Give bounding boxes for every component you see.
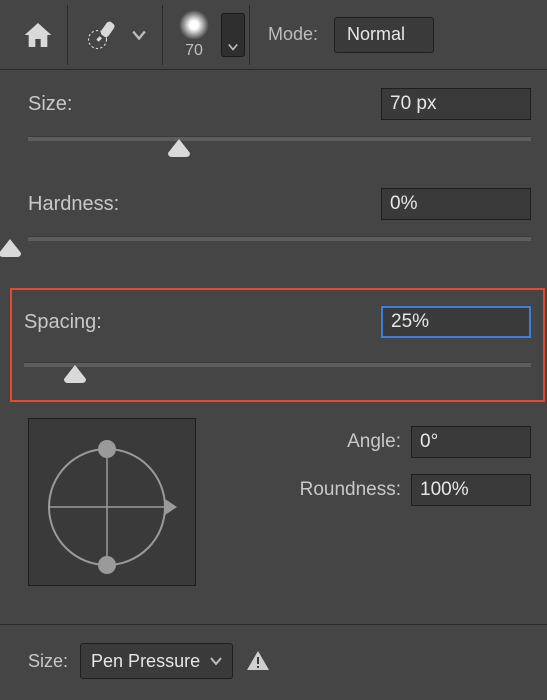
slider-track: [28, 136, 531, 141]
angle-label: Angle:: [347, 431, 401, 453]
angle-roundness-section: Angle: Roundness:: [28, 418, 531, 586]
brush-tip-preview: [179, 10, 209, 40]
hardness-input[interactable]: [381, 188, 531, 220]
hardness-row: Hardness:: [28, 188, 531, 220]
angle-row: Angle:: [220, 426, 531, 458]
slider-track: [24, 362, 531, 367]
mode-select[interactable]: Normal: [334, 17, 434, 53]
size-slider[interactable]: [28, 130, 531, 160]
hardness-label: Hardness:: [28, 193, 119, 216]
brush-tip-group: [82, 5, 163, 65]
slider-thumb[interactable]: [0, 239, 21, 257]
mode-label: Mode:: [268, 24, 318, 45]
brush-preset-dropdown[interactable]: [221, 13, 245, 57]
slider-thumb[interactable]: [168, 139, 190, 157]
size-control-dropdown[interactable]: Pen Pressure: [80, 643, 233, 679]
slider-track: [28, 236, 531, 241]
hardness-slider[interactable]: [10, 230, 531, 260]
toolbar: 70 Mode: Normal: [0, 0, 547, 70]
size-label: Size:: [28, 93, 72, 116]
home-icon: [22, 19, 54, 51]
home-button[interactable]: [8, 5, 68, 65]
brush-preview-group: 70: [171, 5, 250, 65]
dynamics-size-label: Size:: [28, 651, 68, 672]
chevron-down-icon: [132, 28, 146, 42]
angle-controls: Angle: Roundness:: [220, 418, 531, 586]
slider-thumb[interactable]: [64, 365, 86, 383]
spacing-highlight: Spacing:: [10, 288, 545, 402]
chevron-down-icon: [228, 42, 238, 52]
size-row: Size:: [28, 88, 531, 120]
brush-dropdown-toggle[interactable]: [128, 24, 150, 46]
spacing-slider[interactable]: [24, 356, 531, 386]
warning-icon: [245, 648, 271, 674]
brush-settings-panel: Size: Hardness: Spacing:: [0, 70, 547, 596]
size-input[interactable]: [381, 88, 531, 120]
mode-value: Normal: [347, 24, 405, 45]
brush-angle-widget[interactable]: [28, 418, 196, 586]
dynamics-bar: Size: Pen Pressure: [0, 624, 547, 679]
chevron-down-icon: [210, 655, 222, 667]
brush-preview-size: 70: [185, 42, 203, 60]
brush-preview-button[interactable]: 70: [171, 5, 217, 65]
roundness-row: Roundness:: [220, 474, 531, 506]
brush-cursor-icon: [82, 15, 122, 55]
roundness-label: Roundness:: [300, 479, 401, 501]
size-control-value: Pen Pressure: [91, 651, 200, 672]
roundness-input[interactable]: [411, 474, 531, 506]
spacing-label: Spacing:: [24, 311, 102, 334]
spacing-row: Spacing:: [24, 306, 531, 338]
spacing-input[interactable]: [381, 306, 531, 338]
angle-input[interactable]: [411, 426, 531, 458]
